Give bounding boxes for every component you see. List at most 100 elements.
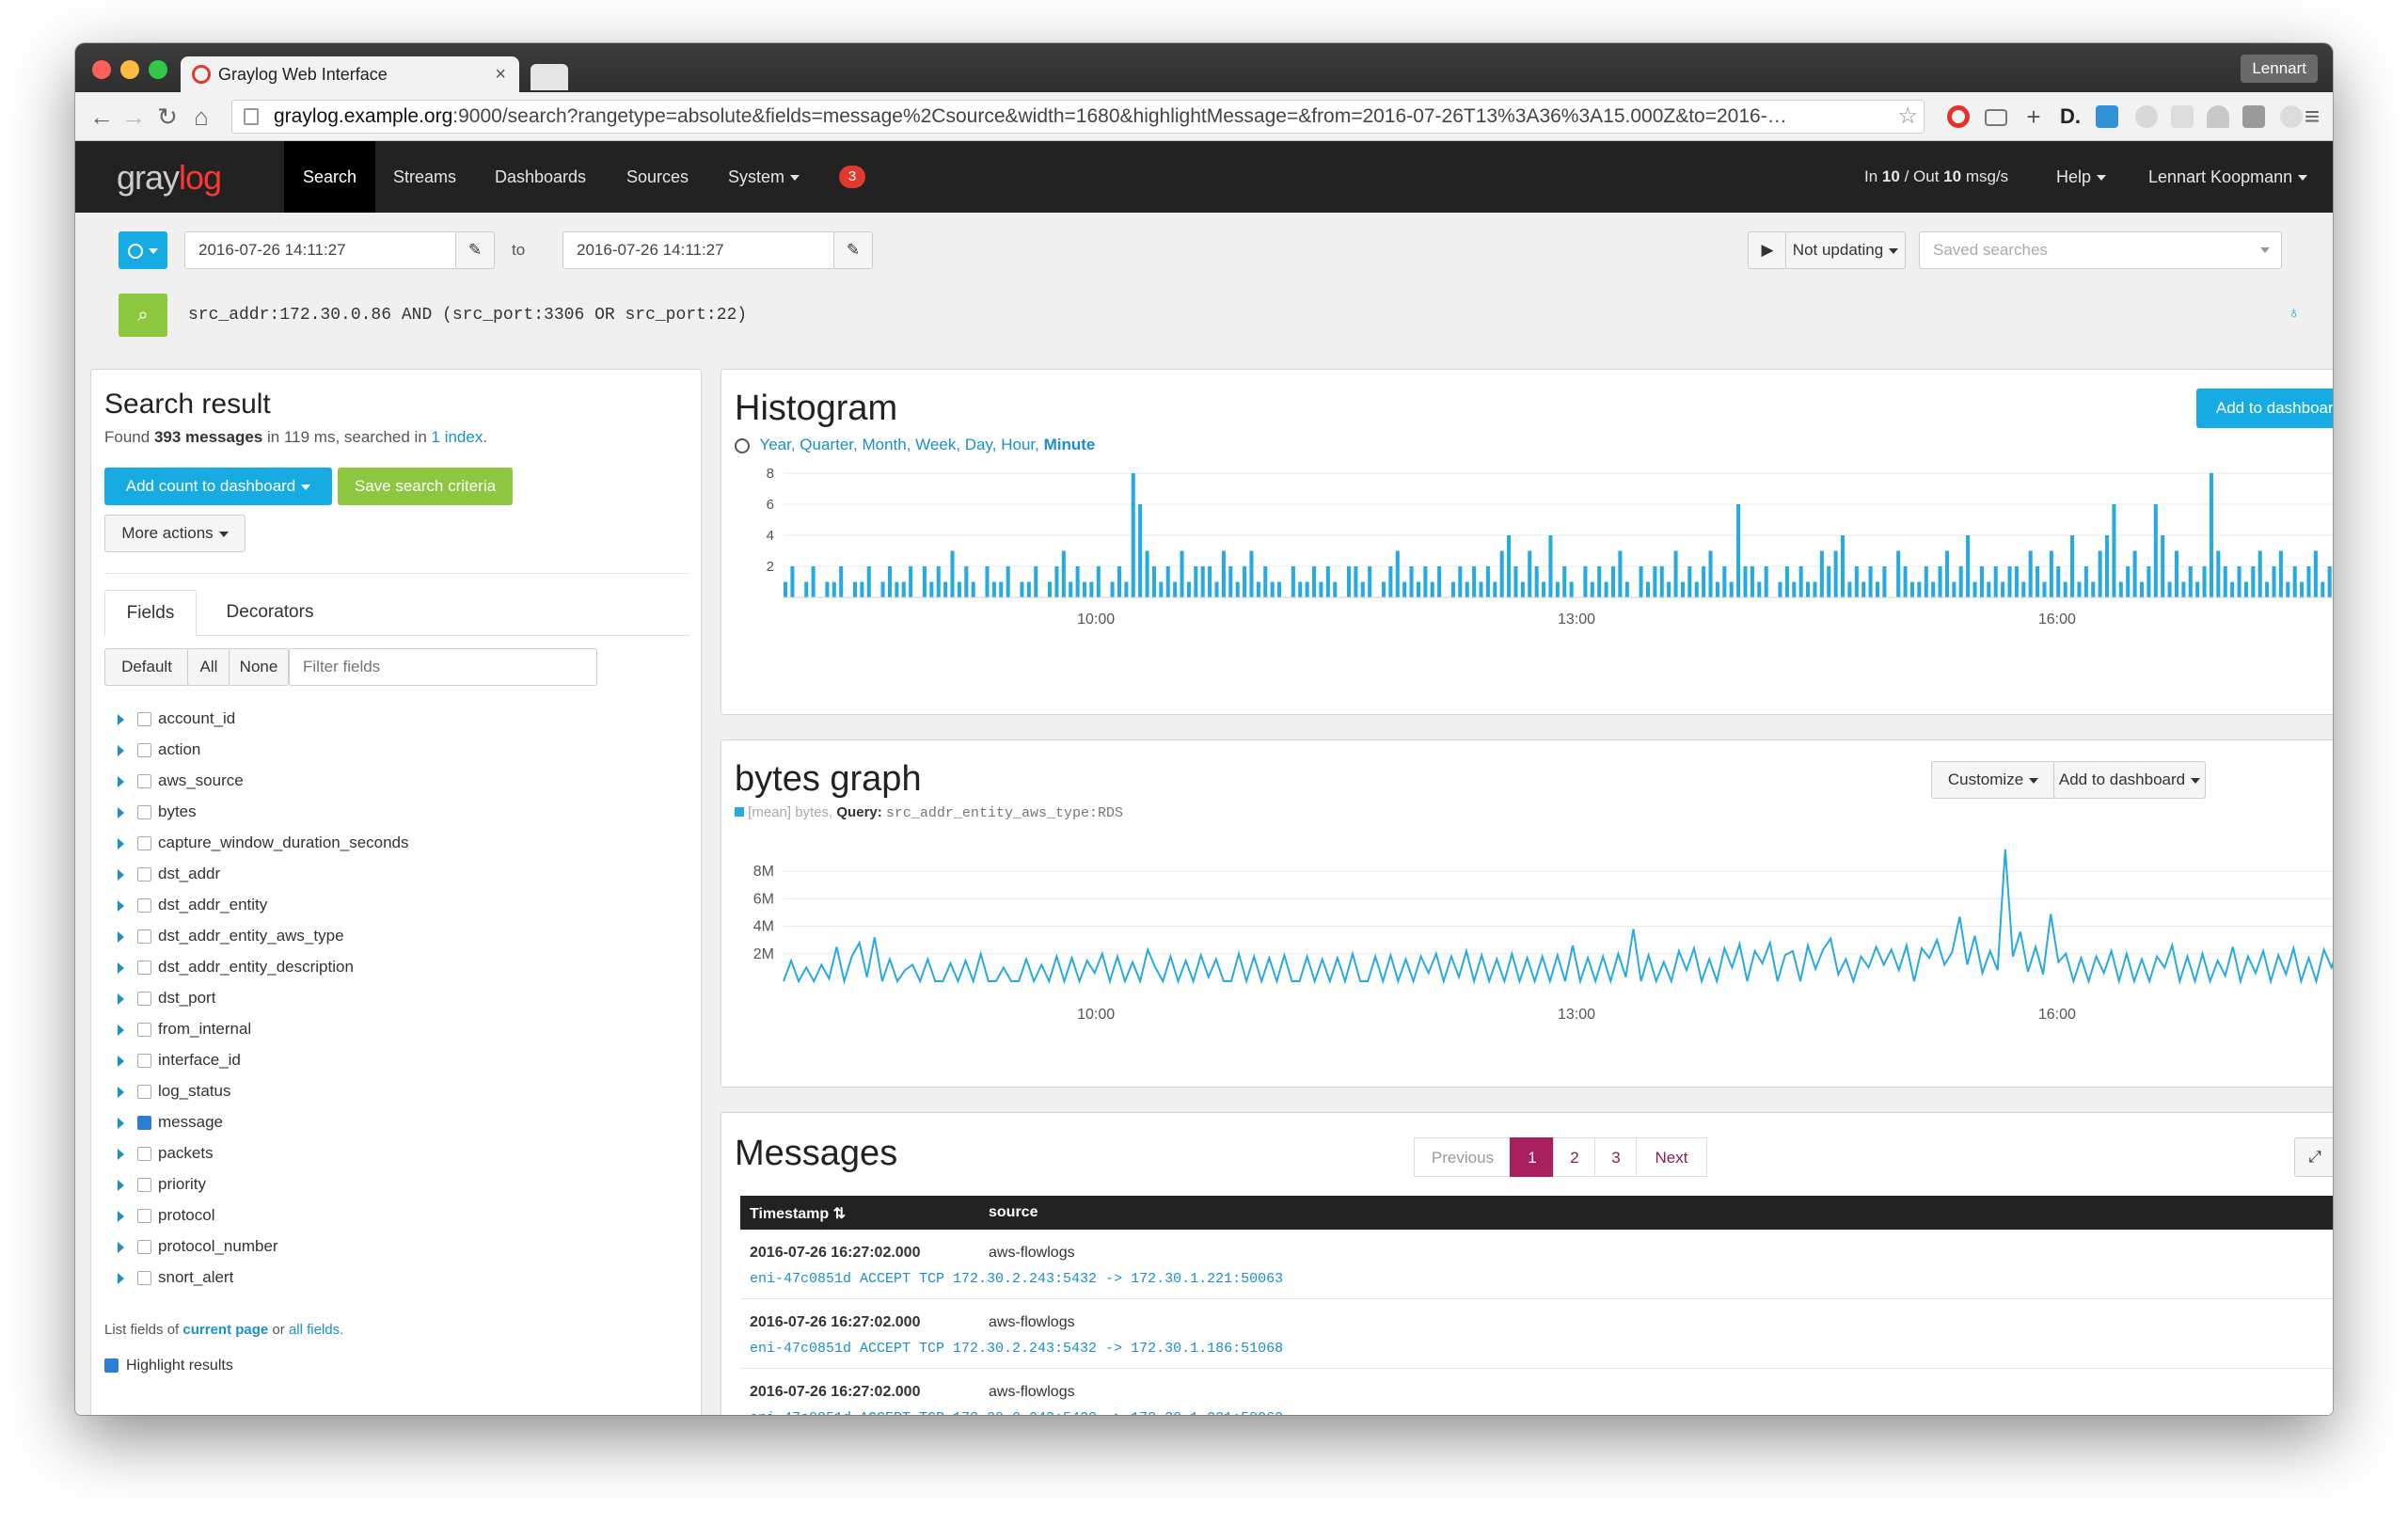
histogram-bar[interactable] (1395, 550, 1400, 598)
histogram-bar[interactable] (1909, 581, 1915, 598)
fields-default-button[interactable]: Default (104, 648, 189, 686)
histogram-bar[interactable] (1020, 581, 1024, 598)
histogram-bar[interactable] (2098, 550, 2102, 598)
expand-triangle-icon[interactable] (118, 993, 124, 1005)
search-submit-button[interactable]: ⌕ (119, 294, 167, 337)
histogram-bar[interactable] (1813, 581, 1817, 598)
histogram-bar[interactable] (1667, 581, 1671, 598)
checkbox-icon[interactable] (137, 1054, 151, 1069)
histogram-bar[interactable] (2153, 504, 2158, 597)
checkbox-icon[interactable] (137, 929, 151, 945)
histogram-bar[interactable] (1096, 566, 1101, 597)
nav-streams[interactable]: Streams (374, 141, 475, 213)
nav-help[interactable]: Help (2037, 141, 2125, 213)
histogram-bar[interactable] (1416, 581, 1420, 598)
close-tab-icon[interactable]: × (495, 56, 506, 92)
histogram-bar[interactable] (2056, 566, 2061, 597)
histogram-bar[interactable] (2139, 581, 2145, 598)
histogram-bar[interactable] (1639, 566, 1643, 597)
tab-fields[interactable]: Fields (104, 590, 197, 636)
histogram-bar[interactable] (1993, 566, 1998, 597)
histogram-bar[interactable] (1861, 581, 1866, 598)
histogram-bar[interactable] (2049, 550, 2053, 598)
checkbox-icon[interactable] (137, 805, 151, 820)
expand-triangle-icon[interactable] (118, 930, 124, 943)
bytes-series-line[interactable] (783, 849, 2333, 985)
save-search-criteria-button[interactable]: Save search criteria (338, 468, 513, 505)
opera-extension-icon[interactable] (1947, 105, 1970, 128)
pagination-previous[interactable]: Previous (1414, 1137, 1512, 1177)
histogram-bar[interactable] (1542, 581, 1546, 598)
histogram-bar[interactable] (901, 581, 906, 598)
resolution-week[interactable]: Week, (915, 436, 960, 453)
histogram-bar[interactable] (1026, 581, 1031, 598)
histogram-bar[interactable] (1583, 566, 1588, 597)
histogram-bar[interactable] (839, 566, 844, 597)
home-icon[interactable]: ⌂ (184, 100, 218, 134)
histogram-bar[interactable] (1868, 566, 1873, 597)
histogram-bar[interactable] (1124, 581, 1129, 598)
histogram-bar[interactable] (1165, 566, 1170, 597)
column-source[interactable]: source (989, 1204, 1038, 1221)
expand-triangle-icon[interactable] (118, 744, 124, 756)
histogram-bar[interactable] (991, 581, 996, 598)
checkbox-icon[interactable] (137, 1209, 151, 1224)
dashlane-icon[interactable]: D. (2060, 105, 2083, 128)
checkbox-icon[interactable] (137, 898, 151, 913)
histogram-bar[interactable] (1729, 581, 1734, 598)
back-arrow-icon[interactable]: ← (85, 100, 119, 134)
current-page-link[interactable]: current page (182, 1322, 268, 1338)
histogram-bar[interactable] (1764, 566, 1768, 597)
expand-triangle-icon[interactable] (118, 806, 124, 818)
histogram-bar[interactable] (1485, 566, 1490, 597)
nav-sources[interactable]: Sources (608, 141, 707, 213)
histogram-bar[interactable] (1221, 550, 1226, 598)
histogram-bar[interactable] (866, 566, 871, 597)
histogram-bar[interactable] (2181, 581, 2186, 598)
expand-triangle-icon[interactable] (118, 713, 124, 725)
pagination-page-2[interactable]: 2 (1553, 1137, 1596, 1177)
histogram-bar[interactable] (1194, 566, 1198, 597)
histogram-bar[interactable] (2300, 581, 2305, 598)
bytes-add-to-dashboard-button[interactable]: Add to dashboard (2053, 761, 2206, 799)
expand-triangle-icon[interactable] (118, 1179, 124, 1191)
histogram-bar[interactable] (1903, 566, 1908, 597)
resolution-quarter[interactable]: Quarter, (800, 436, 857, 453)
histogram-bar[interactable] (1159, 581, 1164, 598)
histogram-bar[interactable] (2251, 566, 2256, 597)
histogram-bar[interactable] (1305, 581, 1309, 598)
histogram-bar[interactable] (1798, 566, 1803, 597)
histogram-bar[interactable] (957, 581, 961, 598)
histogram-bar[interactable] (1507, 535, 1512, 597)
histogram-bar[interactable] (1966, 535, 1971, 597)
histogram-bar[interactable] (909, 566, 913, 597)
histogram-bar[interactable] (2202, 566, 2207, 597)
histogram-bar[interactable] (2063, 581, 2067, 598)
histogram-bar[interactable] (2147, 566, 2151, 597)
histogram-bar[interactable] (1597, 566, 1602, 597)
histogram-bar[interactable] (2306, 566, 2311, 597)
histogram-bar[interactable] (1931, 581, 1936, 598)
to-date-input[interactable]: 2016-07-26 14:11:27 (562, 231, 835, 269)
histogram-bar[interactable] (1034, 566, 1038, 597)
nav-system[interactable]: System (709, 141, 818, 213)
expand-triangle-icon[interactable] (118, 775, 124, 787)
expand-triangle-icon[interactable] (118, 1148, 124, 1160)
checkbox-icon[interactable] (137, 1147, 151, 1162)
histogram-bar[interactable] (1235, 581, 1240, 598)
message-row[interactable]: 2016-07-26 16:27:02.000 aws-flowlogs eni-4… (740, 1230, 2333, 1299)
message-row[interactable]: 2016-07-26 16:27:02.000 aws-flowlogs eni-4… (740, 1369, 2333, 1415)
histogram-bar[interactable] (936, 566, 941, 597)
histogram-bar[interactable] (1944, 550, 1949, 598)
histogram-bar[interactable] (2083, 566, 2088, 597)
expand-triangle-icon[interactable] (118, 899, 124, 912)
histogram-bar[interactable] (1979, 566, 1984, 597)
histogram-bar[interactable] (1423, 566, 1428, 597)
histogram-bar[interactable] (1854, 566, 1859, 597)
histogram-bar[interactable] (1952, 581, 1956, 598)
histogram-bar[interactable] (1006, 566, 1010, 597)
histogram-bar[interactable] (2007, 566, 2012, 597)
filter-fields-input[interactable] (289, 648, 597, 686)
histogram-bar[interactable] (2209, 473, 2213, 597)
histogram-bar[interactable] (1465, 581, 1469, 598)
